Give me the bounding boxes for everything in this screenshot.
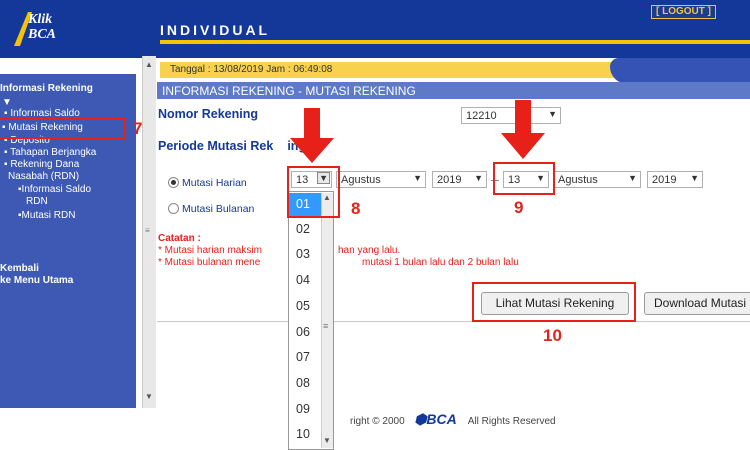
bca-logo-icon: ⬢: [414, 411, 427, 427]
option-label: 02: [296, 222, 310, 236]
dropdown-option-04[interactable]: 04: [289, 269, 321, 293]
logo-text: Klik BCA: [28, 12, 56, 42]
scroll-down-icon[interactable]: ▼: [145, 392, 153, 401]
back-line2: ke Menu Utama: [0, 275, 74, 286]
header-yellow-stripe: [160, 40, 750, 44]
logo-line2: BCA: [28, 27, 57, 42]
footer: right © 2000 ⬢BCA All Rights Reserved: [350, 411, 556, 428]
radio-mutasi-harian-label: Mutasi Harian: [182, 177, 247, 189]
scroll-grip-icon: ≡: [323, 321, 329, 331]
logout-button[interactable]: [ LOGOUT ]: [651, 5, 716, 19]
note-line-2a: * Mutasi bulanan mene: [158, 257, 261, 268]
sidebar-item-label: Informasi Saldo: [21, 184, 92, 195]
header-bar: [0, 0, 750, 58]
dropdown-option-07[interactable]: 07: [289, 346, 321, 370]
periode-mutasi-label: Periode Mutasi Rek ing: [158, 139, 306, 153]
radio-mutasi-bulanan-label: Mutasi Bulanan: [182, 203, 255, 215]
sidebar-subitem-rdn-label: RDN: [26, 196, 48, 207]
option-label: 07: [296, 350, 310, 364]
option-label: 09: [296, 402, 310, 416]
end-year-select[interactable]: 2019 ▼: [647, 171, 703, 188]
footer-copyright: right © 2000: [350, 416, 405, 427]
dropdown-option-10[interactable]: 10: [289, 423, 321, 447]
periode-label-text: Periode Mutasi Rek: [158, 139, 274, 153]
dropdown-option-06[interactable]: 06: [289, 321, 321, 345]
catatan-label: Catatan :: [158, 233, 201, 244]
chevron-down-icon: ▼: [413, 173, 422, 183]
sidebar-subitem-informasi-saldo-rdn[interactable]: ▪Informasi Saldo: [18, 184, 91, 196]
dropdown-option-05[interactable]: 05: [289, 295, 321, 319]
option-label: 06: [296, 325, 310, 339]
scroll-up-icon[interactable]: ▲: [145, 60, 153, 69]
annotation-box-9: [493, 162, 555, 195]
red-arrow-9-icon: [501, 100, 545, 159]
page-title: INDIVIDUAL: [160, 22, 271, 38]
sidebar-back-link[interactable]: Kembali ke Menu Utama: [0, 263, 73, 287]
annotation-number-10: 10: [543, 326, 562, 345]
end-month-value: Agustus: [558, 174, 598, 186]
note-line-2b: mutasi 1 bulan lalu dan 2 bulan lalu: [362, 257, 519, 268]
dropdown-option-08[interactable]: 08: [289, 372, 321, 396]
chevron-down-icon: ▼: [690, 173, 699, 183]
scroll-grip-icon: ≡: [145, 226, 150, 235]
sidebar-item-label: Rekening Dana: [10, 159, 80, 170]
dropdown-option-03[interactable]: 03: [289, 243, 321, 267]
radio-mutasi-harian[interactable]: [168, 177, 179, 188]
option-label: 10: [296, 427, 310, 441]
end-year-value: 2019: [652, 174, 677, 186]
sidebar-item-rdn-label: Nasabah (RDN): [8, 171, 80, 182]
dropdown-scrollbar[interactable]: ▲ ≡ ▼: [321, 193, 333, 448]
radio-mutasi-bulanan[interactable]: [168, 203, 179, 214]
option-label: 08: [296, 376, 310, 390]
annotation-number-8: 8: [351, 199, 361, 218]
start-month-select[interactable]: Agustus ▼: [336, 171, 426, 188]
note-line-1b: han yang lalu.: [338, 245, 401, 256]
chevron-down-icon: ▼: [474, 173, 483, 183]
red-arrow-8-icon: [290, 108, 334, 163]
content-divider: [157, 321, 750, 322]
option-label: 05: [296, 299, 310, 313]
sidebar-section-title: Informasi Rekening: [0, 83, 93, 94]
annotation-box-10: [472, 282, 636, 322]
logo-line1: Klik: [28, 12, 53, 27]
back-line1: Kembali: [0, 263, 39, 274]
scroll-down-icon[interactable]: ▼: [323, 436, 331, 445]
start-year-select[interactable]: 2019 ▼: [432, 171, 487, 188]
section-title: INFORMASI REKENING - MUTASI REKENING: [162, 84, 416, 98]
date-time-text: Tanggal : 13/08/2019 Jam : 06:49:08: [170, 64, 333, 75]
start-month-value: Agustus: [341, 174, 381, 186]
sidebar-item-label: Mutasi RDN: [21, 210, 76, 221]
header-curve: [610, 58, 750, 84]
download-mutasi-button[interactable]: Download Mutasi: [644, 292, 750, 315]
dropdown-option-02[interactable]: 02: [289, 218, 321, 242]
sidebar-subitem-mutasi-rdn[interactable]: ▪Mutasi RDN: [18, 210, 75, 222]
chevron-down-icon: ▼: [628, 173, 637, 183]
annotation-number-9: 9: [514, 198, 524, 217]
dropdown-option-09[interactable]: 09: [289, 398, 321, 422]
sidebar-item-rekening-dana[interactable]: ▪ Rekening Dana: [4, 159, 79, 171]
chevron-down-icon: ▼: [548, 109, 557, 119]
nomor-rekening-label: Nomor Rekening: [158, 107, 259, 121]
option-label: 03: [296, 247, 310, 261]
frame-scrollbar[interactable]: ▲ ▼ ≡: [142, 56, 156, 408]
sidebar-item-label: Tahapan Berjangka: [10, 147, 97, 158]
account-number-value: 12210: [466, 110, 497, 122]
annotation-box-7: [0, 117, 126, 139]
option-label: 04: [296, 273, 310, 287]
footer-brand: BCA: [426, 411, 457, 427]
note-line-1a: * Mutasi harian maksim: [158, 245, 262, 256]
footer-rights: All Rights Reserved: [467, 416, 556, 427]
end-month-select[interactable]: Agustus ▼: [553, 171, 641, 188]
annotation-box-8: [287, 166, 340, 218]
sidebar-item-tahapan-berjangka[interactable]: ▪ Tahapan Berjangka: [4, 147, 96, 159]
start-year-value: 2019: [437, 174, 462, 186]
